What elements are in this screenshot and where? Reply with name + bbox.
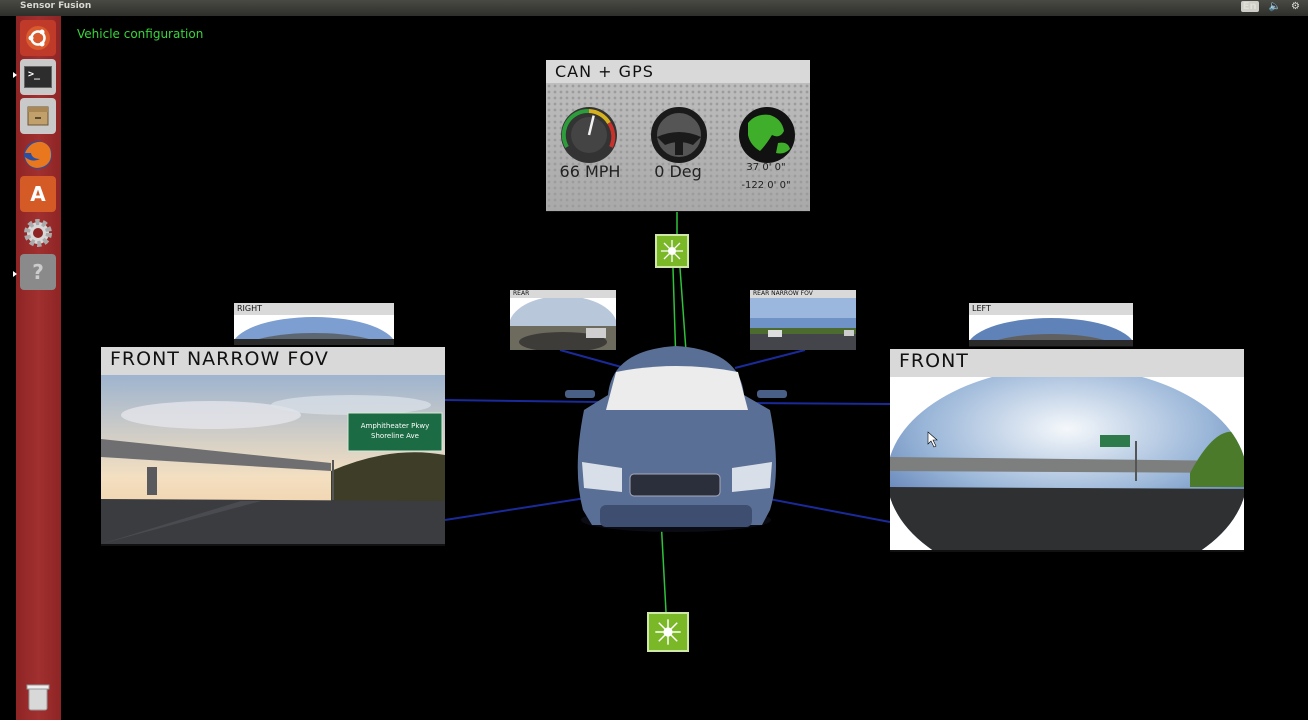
can-gps-title: CAN + GPS (546, 60, 810, 83)
radar-burst-icon (661, 240, 683, 262)
sign-line-2: Shoreline Ave (371, 432, 419, 440)
car-model (565, 346, 787, 532)
camera-front-feed (890, 377, 1244, 550)
can-gps-panel: CAN + GPS 66 MPH 0 Deg 37 0' 0" -122 0' … (546, 60, 810, 212)
globe-icon (739, 107, 795, 163)
camera-right-title: RIGHT (234, 303, 394, 315)
sign-line-1: Amphitheater Pkwy (361, 422, 430, 430)
camera-rear-narrow[interactable]: REAR NARROW FOV (750, 290, 856, 350)
camera-rear-narrow-feed (750, 298, 856, 350)
speed-readout: 66 MPH (559, 162, 621, 181)
camera-left-feed (969, 315, 1133, 346)
camera-rear-title: REAR (510, 290, 616, 298)
radar-burst-icon (655, 619, 681, 645)
sensor-node-bottom[interactable] (647, 612, 689, 652)
steering-readout: 0 Deg (654, 162, 702, 181)
sensor-node-top[interactable] (655, 234, 689, 268)
camera-right-feed (234, 315, 394, 345)
can-gps-body: 66 MPH 0 Deg 37 0' 0" -122 0' 0" (546, 83, 810, 211)
speedometer-icon (561, 107, 617, 163)
camera-rear-feed (510, 298, 616, 350)
camera-front-narrow[interactable]: FRONT NARROW FOV Amphitheater Pkwy Shore… (101, 347, 445, 546)
steering-wheel-icon (651, 107, 707, 163)
camera-front-title: FRONT (890, 349, 1244, 377)
camera-front-narrow-title: FRONT NARROW FOV (101, 347, 445, 375)
camera-rear[interactable]: REAR (510, 290, 616, 350)
gps-latitude: 37 0' 0" (746, 162, 786, 173)
gps-longitude: -122 0' 0" (741, 180, 791, 191)
camera-left-title: LEFT (969, 303, 1133, 315)
camera-right[interactable]: RIGHT (234, 303, 394, 345)
camera-rear-narrow-title: REAR NARROW FOV (750, 290, 856, 298)
camera-front[interactable]: FRONT (890, 349, 1244, 552)
camera-front-narrow-feed: Amphitheater Pkwy Shoreline Ave (101, 375, 445, 544)
camera-left[interactable]: LEFT (969, 303, 1133, 347)
